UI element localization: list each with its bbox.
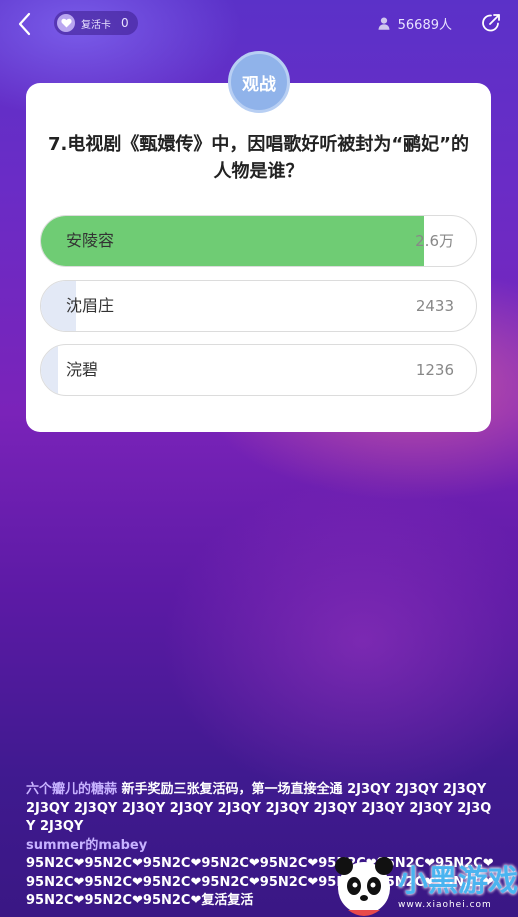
heart-icon <box>57 14 75 32</box>
answer-option-3-count: 1236 <box>415 361 454 379</box>
question-card: 7.电视剧《甄嬛传》中，因唱歌好听被封为“鹂妃”的 人物是谁？ 安陵容 2.6万… <box>26 83 491 432</box>
watermark-url: www.xiaohei.com <box>398 900 492 910</box>
watermark-text: 小黑游戏 <box>398 864 518 899</box>
chevron-left-icon <box>18 12 31 36</box>
viewer-count: 56689人 <box>378 14 452 33</box>
answer-option-2-count: 2433 <box>415 297 454 315</box>
answer-option-3-bar <box>41 345 59 395</box>
share-icon <box>482 14 500 32</box>
question-line-2: 人物是谁？ <box>213 161 304 182</box>
spectate-badge: 观战 <box>228 51 290 113</box>
question-line-1: 7.电视剧《甄嬛传》中，因唱歌好听被封为“鹂妃”的 <box>47 134 470 155</box>
answer-option-3-label: 浣碧 <box>66 360 99 379</box>
answer-option-1-count: 2.6万 <box>415 232 454 250</box>
answer-option-2-label: 沈眉庄 <box>66 296 115 315</box>
revive-card-pill[interactable]: 复活卡 0 <box>54 11 138 35</box>
answer-option-1[interactable]: 安陵容 2.6万 <box>40 215 477 267</box>
revive-card-count: 0 <box>121 16 129 30</box>
chat-username: 六个瓣儿的糖蒜 <box>26 782 118 797</box>
top-bar: 复活卡 0 56689人 <box>0 0 518 48</box>
chat-message: 六个瓣儿的糖蒜 新手奖励三张复活码，第一场直接全通 2J3QY 2J3QY 2J… <box>26 781 496 837</box>
revive-card-label: 复活卡 <box>81 19 111 31</box>
question-text: 7.电视剧《甄嬛传》中，因唱歌好听被封为“鹂妃”的 人物是谁？ <box>26 131 491 185</box>
answer-option-3[interactable]: 浣碧 1236 <box>40 344 477 396</box>
share-button[interactable] <box>480 12 502 34</box>
answer-option-1-label: 安陵容 <box>66 231 115 250</box>
user-icon <box>378 17 390 30</box>
watermark-logo: 小黑游戏 www.xiaohei.com <box>328 852 518 917</box>
viewer-count-text: 56689人 <box>397 18 452 33</box>
answer-option-2[interactable]: 沈眉庄 2433 <box>40 280 477 332</box>
back-button[interactable] <box>14 10 38 38</box>
panda-icon <box>335 857 393 916</box>
chat-username: summer的mabey <box>26 837 148 853</box>
